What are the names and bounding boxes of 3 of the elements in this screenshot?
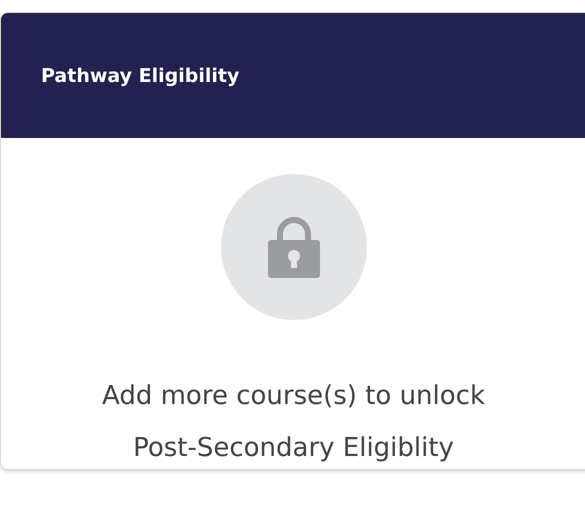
padlock-icon <box>268 216 320 278</box>
card-title: Pathway Eligibility <box>41 64 240 86</box>
unlock-message: Add more course(s) to unlock Post-Secondary Eligiblity <box>102 380 486 465</box>
